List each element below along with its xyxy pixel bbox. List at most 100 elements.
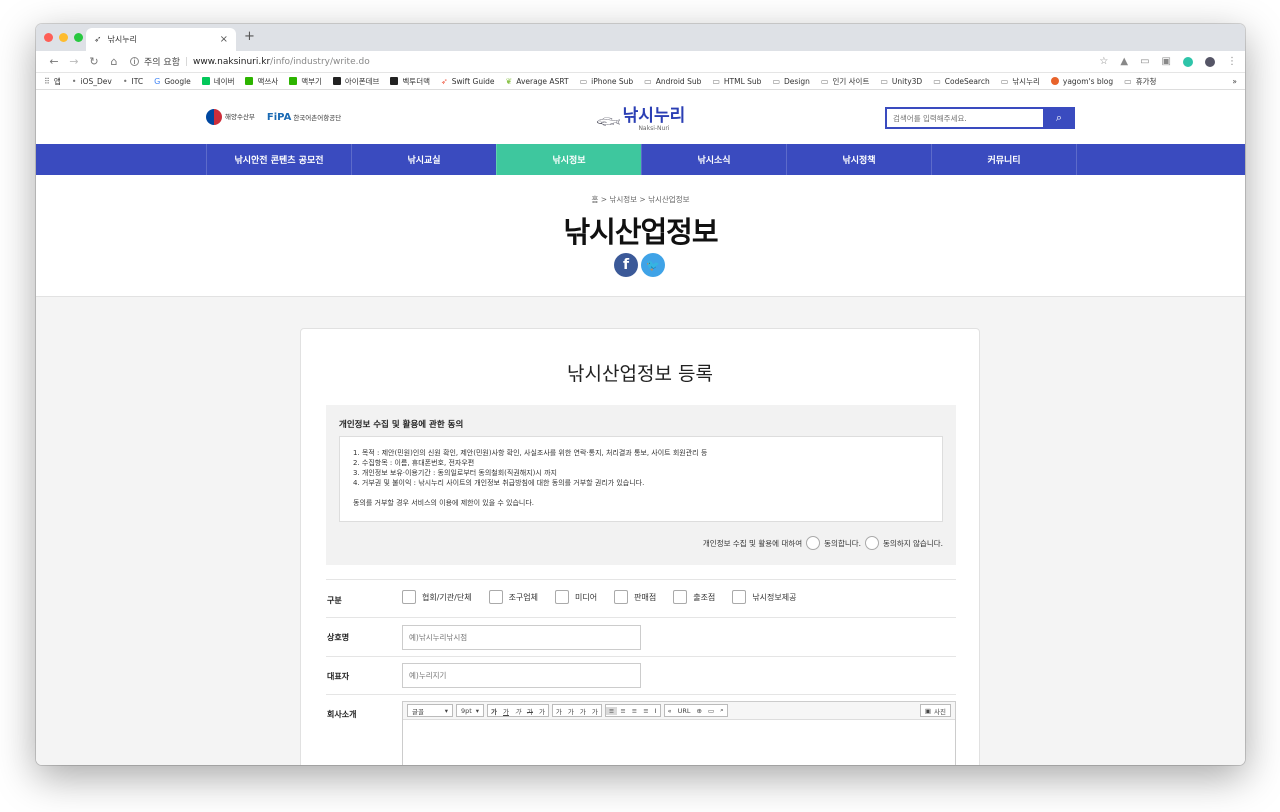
menu-dots-icon[interactable]: ⋮ <box>1227 56 1237 67</box>
bookmark-item[interactable]: ▭ iPhone Sub <box>580 77 634 86</box>
forward-icon[interactable]: → <box>64 55 84 68</box>
line-height-icon[interactable]: I <box>652 707 660 715</box>
bookmark-item[interactable]: • iOS_Dev <box>72 77 112 86</box>
close-window-button[interactable] <box>44 33 53 42</box>
italic-icon[interactable]: 가 <box>512 706 524 716</box>
info-icon[interactable]: i <box>130 57 139 66</box>
bookmark-item[interactable]: • ITC <box>123 77 143 86</box>
reload-icon[interactable]: ↻ <box>84 55 104 68</box>
align-right-icon[interactable]: ≡ <box>629 707 640 715</box>
checkbox[interactable] <box>555 590 570 604</box>
browser-tab[interactable]: ➶ 낚시누리 × <box>86 28 236 51</box>
category-option[interactable]: 낚시정보제공 <box>732 590 796 604</box>
bookmark-item[interactable]: ▭ 휴가청 <box>1124 76 1156 87</box>
subscript-icon[interactable]: 가 <box>577 706 589 716</box>
nav-item[interactable]: 커뮤니티 <box>931 144 1076 175</box>
disagree-radio[interactable] <box>865 536 880 550</box>
checkbox[interactable] <box>732 590 747 604</box>
bookmarks-more-icon[interactable]: » <box>1232 77 1237 86</box>
underline-icon[interactable]: 가 <box>500 706 512 716</box>
bookmark-item[interactable]: ▭ Unity3D <box>880 77 922 86</box>
back-icon[interactable]: ← <box>44 55 64 68</box>
link-icon[interactable]: URL <box>675 707 694 715</box>
facebook-icon[interactable]: f <box>614 253 638 277</box>
superscript-icon[interactable]: 가 <box>565 706 577 716</box>
fipa-logo[interactable]: FiPA 한국어촌어항공단 <box>267 112 341 123</box>
home-icon[interactable]: ⌂ <box>104 55 124 68</box>
bookmark-item[interactable]: 맥쓰사 <box>245 76 278 87</box>
highlight-icon[interactable]: 가 <box>553 706 565 716</box>
extension-icon[interactable]: ▭ <box>1140 56 1149 67</box>
checkbox[interactable] <box>488 590 503 604</box>
checkbox[interactable] <box>614 590 629 604</box>
photo-button[interactable]: ▣ 사진 <box>919 704 951 717</box>
maximize-window-button[interactable] <box>74 33 83 42</box>
table-icon[interactable]: ▭ <box>705 707 717 715</box>
font-color-icon[interactable]: 가 <box>536 706 548 716</box>
nav-item[interactable]: 낚시안전 콘텐츠 공모전 <box>206 144 351 175</box>
clear-format-icon[interactable]: 가 <box>589 706 601 716</box>
apple-icon: • <box>122 76 128 86</box>
extension-box-icon[interactable]: ▣ <box>1162 56 1171 67</box>
bookmark-item[interactable]: 아이폰데브 <box>332 76 379 87</box>
bookmark-item[interactable]: ▭ CodeSearch <box>933 77 990 86</box>
star-icon[interactable]: ☆ <box>1099 56 1108 67</box>
bookmark-item[interactable]: G Google <box>154 77 191 86</box>
nav-item[interactable]: 낚시정책 <box>786 144 931 175</box>
align-justify-icon[interactable]: ≡ <box>640 707 651 715</box>
category-option[interactable]: 미디어 <box>555 590 597 604</box>
bookmark-item[interactable]: ▭ HTML Sub <box>712 77 761 86</box>
address-bar[interactable]: i 주의 요함 | www.naksinuri.kr/info/industry… <box>130 55 1099 68</box>
new-tab-button[interactable]: + <box>244 29 255 44</box>
agree-radio[interactable] <box>806 536 821 550</box>
bookmark-item[interactable]: 벡투더맥 <box>390 76 430 87</box>
search-button[interactable]: ⌕ <box>1043 107 1075 129</box>
bookmark-item[interactable]: ➶ Swift Guide <box>441 77 495 86</box>
strikethrough-icon[interactable]: 가 <box>524 706 536 716</box>
bookmark-item[interactable]: yagom's blog <box>1050 77 1113 86</box>
bookmark-item[interactable]: 네이버 <box>201 76 234 87</box>
bookmark-item[interactable]: ⠿ 앱 <box>44 76 61 87</box>
font-select[interactable]: 글꼴 ▾ <box>407 704 453 717</box>
site-logo[interactable]: 𓆟 낚시누리 Naksi-Nuri <box>596 104 685 134</box>
special-char-icon[interactable]: ⊕ <box>693 707 704 715</box>
bookmark-item[interactable]: ❦ Average ASRT <box>506 77 569 86</box>
nav-item[interactable]: 낚시소식 <box>641 144 786 175</box>
category-option[interactable]: 협회/기관/단체 <box>402 590 472 604</box>
search-input[interactable] <box>885 107 1043 129</box>
bold-icon[interactable]: 가 <box>488 706 500 716</box>
category-option[interactable]: 조구업체 <box>488 590 538 604</box>
tab-close-icon[interactable]: × <box>220 34 228 45</box>
checkbox[interactable] <box>402 590 416 604</box>
category-option[interactable]: 출조점 <box>673 590 715 604</box>
bookmark-item[interactable]: 맥부기 <box>289 76 322 87</box>
disagree-label[interactable]: 동의하지 않습니다. <box>883 538 943 549</box>
chevron-down-icon: ▾ <box>475 706 479 715</box>
bookmark-item[interactable]: ▭ Android Sub <box>644 77 701 86</box>
align-left-icon[interactable]: ≡ <box>605 706 618 715</box>
find-icon[interactable]: ⌕ <box>717 706 727 715</box>
profile-avatar-icon[interactable] <box>1205 56 1215 67</box>
size-select-value: 9pt <box>461 706 472 715</box>
align-center-icon[interactable]: ≡ <box>617 707 628 715</box>
nav-item[interactable]: 낚시정보 <box>496 144 641 175</box>
search-icon: ⌕ <box>1055 111 1063 124</box>
agree-label[interactable]: 동의합니다. <box>824 538 861 549</box>
ceo-name-input[interactable] <box>402 663 641 688</box>
category-option[interactable]: 판매점 <box>614 590 656 604</box>
bookmark-item[interactable]: ▭ 인기 사이트 <box>821 76 869 87</box>
gov-logo[interactable]: 해양수산부 <box>206 109 255 125</box>
extension-circle-icon[interactable] <box>1183 56 1193 67</box>
quote-icon[interactable]: « <box>665 707 675 715</box>
bookmark-item[interactable]: ▭ Design <box>772 77 809 86</box>
bookmark-item[interactable]: ▭ 낚시누리 <box>1001 76 1040 87</box>
company-name-input[interactable] <box>402 625 641 650</box>
checkbox[interactable] <box>673 590 688 604</box>
twitter-icon[interactable]: 🐦 <box>641 253 665 277</box>
minimize-window-button[interactable] <box>59 33 68 42</box>
size-select[interactable]: 9pt ▾ <box>456 704 484 717</box>
site-search: ⌕ <box>885 107 1075 129</box>
fipa-label: 한국어촌어항공단 <box>293 113 342 122</box>
nav-item[interactable]: 낚시교실 <box>351 144 496 175</box>
drive-icon[interactable]: ▲ <box>1120 56 1128 67</box>
